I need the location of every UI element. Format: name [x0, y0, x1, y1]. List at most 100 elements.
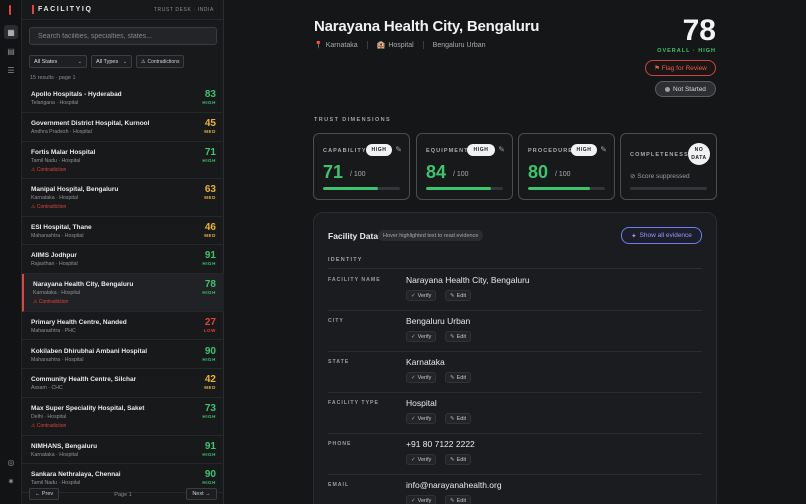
pencil-icon[interactable]: ✎ — [600, 145, 607, 154]
edit-button[interactable]: ✎ Edit — [445, 372, 472, 383]
status-button[interactable]: Not Started — [655, 81, 716, 97]
facility-score: 90 — [204, 345, 216, 357]
facility-row[interactable]: Kokilaben Dhirubhai Ambani Hospital Mahar… — [22, 341, 224, 370]
card-badge: HIGH — [571, 144, 597, 156]
field-value[interactable]: +91 80 7122 2222 — [406, 439, 475, 449]
edit-button[interactable]: ✎ Edit — [445, 290, 472, 301]
settings-icon[interactable]: ◎ — [4, 455, 18, 469]
field-value[interactable]: info@narayanahealth.org — [406, 480, 502, 490]
edit-button[interactable]: ✎ Edit — [445, 331, 472, 342]
contradictions-filter[interactable]: ⚠ Contradictions — [136, 55, 185, 68]
meta-district-label: Bengaluru Urban — [432, 41, 486, 49]
card-label: EQUIPMENT — [426, 148, 469, 154]
facility-score: 71 — [204, 146, 216, 158]
facility-row[interactable]: Manipal Hospital, Bengaluru Karnataka · H… — [22, 179, 224, 217]
facility-row[interactable]: Max Super Speciality Hospital, Saket Delh… — [22, 398, 224, 436]
facility-sub: Maharashtra · Hospital — [31, 232, 84, 239]
facility-name: ESI Hospital, Thane — [31, 223, 92, 231]
facility-name: Manipal Hospital, Bengaluru — [31, 186, 119, 194]
edit-button[interactable]: ✎ Edit — [445, 495, 472, 504]
pencil-icon[interactable]: ✎ — [395, 145, 402, 154]
facility-name: Community Health Centre, Silchar — [31, 376, 137, 384]
list-icon[interactable]: ☰ — [4, 63, 18, 77]
theme-icon[interactable]: ✷ — [4, 474, 18, 488]
field-value[interactable]: Hospital — [406, 398, 437, 408]
grid-icon[interactable]: ▦ — [4, 25, 18, 39]
verify-label: Verify — [417, 497, 432, 504]
facility-sub: Rajasthan · Hospital — [31, 261, 78, 268]
facility-row[interactable]: NIMHANS, Bengaluru Karnataka · Hospital 91… — [22, 436, 224, 465]
check-icon: ✓ — [411, 292, 416, 299]
info-icon: ⊘ — [630, 173, 636, 180]
verify-button[interactable]: ✓ Verify — [406, 331, 437, 342]
book-icon[interactable]: ▤ — [4, 44, 18, 58]
edit-label: Edit — [456, 497, 467, 504]
facility-row[interactable]: AIIMS Jodhpur Rajasthan · Hospital 91 HIGH — [22, 245, 224, 275]
facility-score: 78 — [204, 279, 216, 291]
facility-sub: Karnataka · Hospital — [31, 195, 78, 202]
card-progress-fill — [426, 187, 491, 190]
facility-detail: Narayana Health City, Bengaluru 📍 Karnat… — [224, 0, 806, 504]
divider — [366, 41, 368, 49]
field-label: FACILITY NAME — [328, 277, 381, 283]
card-badge: HIGH — [467, 144, 495, 156]
warning-icon: ⚠ — [31, 204, 36, 211]
facility-score: 42 — [204, 374, 216, 386]
facility-row[interactable]: Government District Hospital, Kurnool And… — [22, 113, 224, 142]
facility-level: MED — [204, 128, 216, 134]
verify-label: Verify — [417, 292, 432, 299]
verify-button[interactable]: ✓ Verify — [406, 290, 437, 301]
facility-row[interactable]: Narayana Health City, Bengaluru Karnataka… — [22, 274, 224, 312]
contradiction-flag: ⚠ Contradiction — [31, 423, 66, 429]
facility-level: MED — [204, 195, 216, 201]
edit-button[interactable]: ✎ Edit — [445, 413, 472, 424]
status-label: Not Started — [673, 85, 706, 93]
facility-row[interactable]: Fortis Malar Hospital Tamil Nadu · Hospit… — [22, 142, 224, 180]
evidence-hint: Hover highlighted text to read evidence — [378, 230, 484, 241]
state-select[interactable]: All States ⌄ — [29, 55, 87, 68]
pencil-icon: ✎ — [450, 456, 455, 463]
facility-sub: Assam · CHC — [31, 385, 63, 392]
verify-button[interactable]: ✓ Verify — [406, 495, 437, 504]
card-label: COMPLETENESS — [630, 152, 689, 158]
type-select[interactable]: All Types ⌄ — [91, 55, 132, 68]
no-data-badge: NO DATA — [688, 143, 710, 165]
trust-dimensions-heading: TRUST DIMENSIONS — [314, 117, 392, 123]
card-value: 80 — [528, 162, 549, 182]
facility-level: HIGH — [202, 356, 216, 362]
card-progress-track — [426, 187, 503, 190]
overall-score: 78 — [682, 14, 716, 47]
edit-button[interactable]: ✎ Edit — [445, 454, 472, 465]
edit-label: Edit — [456, 415, 467, 422]
facility-score: 46 — [204, 221, 216, 233]
search-input[interactable] — [29, 27, 217, 45]
facility-level: HIGH — [202, 157, 216, 163]
facility-sidebar: FACILITYIQ TRUST DESK · INDIA All States… — [22, 0, 224, 504]
facility-name: Sankara Nethralaya, Chennai — [31, 471, 121, 479]
warning-icon: ⚠ — [33, 299, 38, 306]
verify-button[interactable]: ✓ Verify — [406, 372, 437, 383]
icon-rail: ▦ ▤ ☰ ◎ ✷ — [0, 0, 22, 504]
logo-bar — [32, 5, 34, 14]
show-all-evidence-label: Show all evidence — [639, 232, 692, 239]
verify-button[interactable]: ✓ Verify — [406, 413, 437, 424]
field-value[interactable]: Bengaluru Urban — [406, 316, 470, 326]
card-label: PROCEDURE — [528, 148, 574, 154]
show-all-evidence-button[interactable]: ✦ Show all evidence — [621, 227, 702, 244]
facility-row[interactable]: Apollo Hospitals - Hyderabad Telangana · … — [22, 84, 224, 113]
flag-for-review-button[interactable]: ⚑ Flag for Review — [645, 60, 716, 76]
pencil-icon: ✎ — [450, 415, 455, 422]
pencil-icon[interactable]: ✎ — [498, 145, 505, 154]
field-label: FACILITY TYPE — [328, 400, 379, 406]
facility-row[interactable]: Community Health Centre, Silchar Assam · … — [22, 369, 224, 399]
facility-row[interactable]: ESI Hospital, Thane Maharashtra · Hospita… — [22, 217, 224, 246]
verify-button[interactable]: ✓ Verify — [406, 454, 437, 465]
results-count: 15 results · page 1 — [30, 75, 76, 81]
field-label: CITY — [328, 318, 344, 324]
next-button[interactable]: Next → — [186, 488, 217, 500]
facility-level: HIGH — [202, 100, 216, 105]
facility-row[interactable]: Primary Health Centre, Nanded Maharashtra… — [22, 312, 224, 341]
field-value[interactable]: Narayana Health City, Bengaluru — [406, 275, 530, 285]
facility-name: Max Super Speciality Hospital, Saket — [31, 405, 145, 413]
field-value[interactable]: Karnataka — [406, 357, 445, 367]
